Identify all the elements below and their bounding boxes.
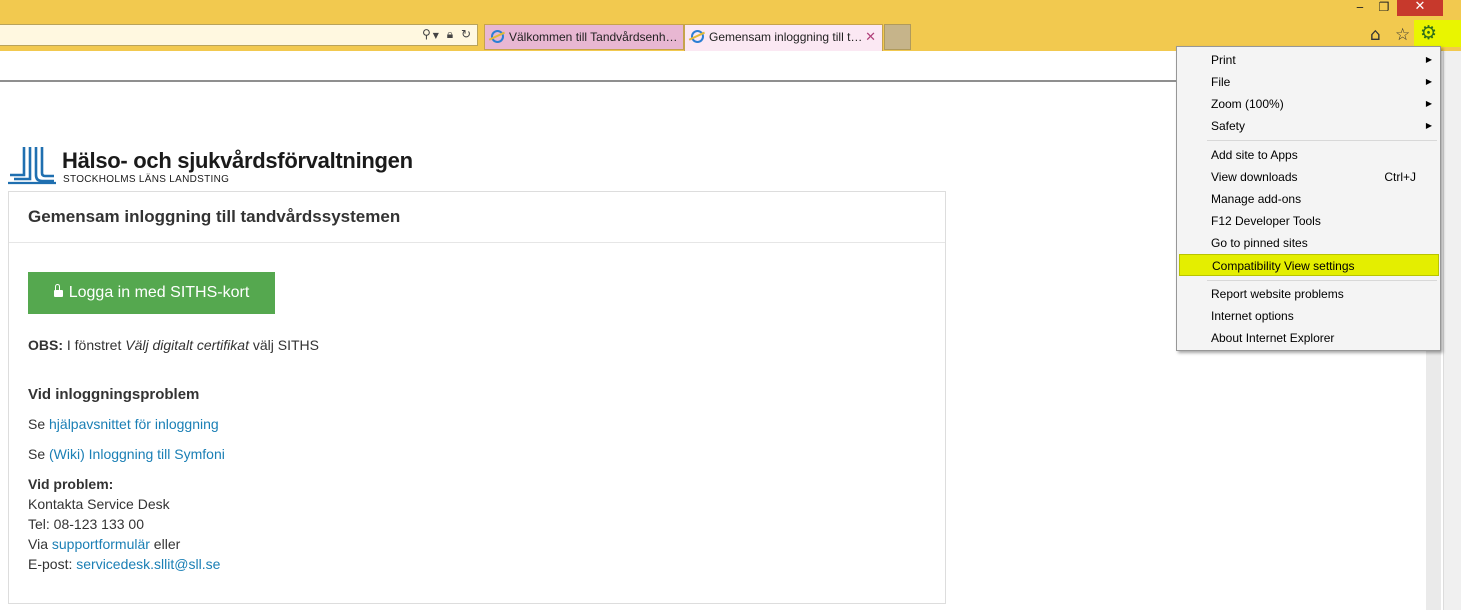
page-edge-strip <box>1426 340 1441 610</box>
email-line: E-post: servicedesk.sllit@sll.se <box>28 556 220 572</box>
menu-label: Go to pinned sites <box>1211 236 1308 250</box>
obs-text: I fönstret <box>63 337 126 353</box>
obs-text-end: välj SITHS <box>248 337 319 353</box>
refresh-icon[interactable]: ↻ <box>461 27 473 41</box>
email-prefix: E-post: <box>28 556 77 572</box>
lock-icon <box>53 284 63 297</box>
submenu-arrow-icon: ▶ <box>1425 99 1432 108</box>
wiki-link[interactable]: (Wiki) Inloggning till Symfoni <box>49 446 225 462</box>
new-tab-button[interactable] <box>884 24 911 50</box>
problem-heading: Vid inloggningsproblem <box>28 386 200 403</box>
menu-item-pinned-sites[interactable]: Go to pinned sites <box>1211 232 1436 254</box>
siths-login-button[interactable]: Logga in med SITHS-kort <box>28 272 275 314</box>
menu-separator <box>1207 140 1437 141</box>
search-icon[interactable]: ⚲ <box>422 27 433 41</box>
help-link[interactable]: hjälpavsnittet för inloggning <box>49 416 219 432</box>
obs-italic: Välj digitalt certifikat <box>125 337 249 353</box>
ie-favicon-icon <box>491 30 504 43</box>
menu-label: Manage add-ons <box>1211 192 1302 206</box>
menu-item-internet-options[interactable]: Internet options <box>1211 305 1436 327</box>
obs-note: OBS: I fönstret Välj digitalt certifikat… <box>28 337 319 353</box>
tab-label: Välkommen till Tandvårdsenh… <box>509 30 678 44</box>
vid-problem-label: Vid problem: <box>28 476 113 492</box>
org-name: Hälso- och sjukvårdsförvaltningen <box>62 148 413 173</box>
tab-gemensam-inloggning[interactable]: Gemensam inloggning till t… ✕ <box>684 24 883 51</box>
page-title: Gemensam inloggning till tandvårdssystem… <box>28 207 401 226</box>
siths-login-label: Logga in med SITHS-kort <box>68 284 250 301</box>
menu-label: File <box>1211 75 1231 89</box>
menu-item-file[interactable]: File ▶ <box>1211 71 1436 93</box>
help-line: Se hjälpavsnittet för inloggning <box>28 416 219 432</box>
menu-label: View downloads <box>1211 170 1298 184</box>
menu-item-compatibility-view-settings[interactable]: Compatibility View settings <box>1179 254 1439 276</box>
tab-label: Gemensam inloggning till t… <box>709 30 863 44</box>
submenu-arrow-icon: ▶ <box>1425 55 1432 64</box>
restore-button[interactable]: ❐ <box>1374 0 1394 16</box>
ie-favicon-icon <box>691 30 704 43</box>
vid-problem-text: Vid problem: <box>28 476 114 492</box>
menu-label: Print <box>1211 53 1236 67</box>
menu-label: Report website problems <box>1211 287 1344 301</box>
menu-label: Compatibility View settings <box>1212 259 1355 273</box>
menu-item-view-downloads[interactable]: View downloads Ctrl+J <box>1211 166 1436 188</box>
menu-item-add-site-to-apps[interactable]: Add site to Apps <box>1211 144 1436 166</box>
wiki-prefix: Se <box>28 446 50 462</box>
gear-icon[interactable]: ⚙ <box>1420 22 1437 44</box>
contact-line: Kontakta Service Desk <box>28 496 170 512</box>
tools-menu: Print ▶ File ▶ Zoom (100%) ▶ Safety ▶ Add si… <box>1176 46 1441 351</box>
menu-label: Zoom (100%) <box>1211 97 1284 111</box>
tel-line: Tel: 08-123 133 00 <box>28 516 144 532</box>
menu-item-report-website-problems[interactable]: Report website problems <box>1211 283 1436 305</box>
menu-item-manage-addons[interactable]: Manage add-ons <box>1211 188 1436 210</box>
tab-valkommen[interactable]: Välkommen till Tandvårdsenh… <box>484 24 684 50</box>
login-panel: Gemensam inloggning till tandvårdssystem… <box>8 191 946 604</box>
minimize-button[interactable]: ‒ <box>1346 0 1374 16</box>
menu-label: Safety <box>1211 119 1246 133</box>
home-icon[interactable]: ⌂ <box>1370 25 1381 45</box>
wiki-line: Se (Wiki) Inloggning till Symfoni <box>28 446 225 462</box>
submenu-arrow-icon: ▶ <box>1425 121 1432 130</box>
menu-item-about-ie[interactable]: About Internet Explorer <box>1211 327 1436 349</box>
address-bar-icons: ⚲▼ 🔒︎ ↻ <box>422 27 473 42</box>
lock-icon[interactable]: 🔒︎ <box>447 27 455 42</box>
support-form-link[interactable]: supportformulär <box>52 536 150 552</box>
submenu-arrow-icon: ▶ <box>1425 77 1432 86</box>
menu-label: F12 Developer Tools <box>1211 214 1321 228</box>
org-subtitle: STOCKHOLMS LÄNS LANDSTING <box>63 174 230 185</box>
menu-item-safety[interactable]: Safety ▶ <box>1211 115 1436 137</box>
dropdown-icon[interactable]: ▼ <box>433 31 441 40</box>
menu-separator <box>1207 280 1437 281</box>
help-prefix: Se <box>28 416 50 432</box>
menu-item-f12-developer-tools[interactable]: F12 Developer Tools <box>1211 210 1436 232</box>
vertical-scrollbar[interactable] <box>1443 51 1461 610</box>
menu-item-print[interactable]: Print ▶ <box>1211 49 1436 71</box>
close-window-button[interactable]: ✕ <box>1397 0 1443 16</box>
menu-item-zoom[interactable]: Zoom (100%) ▶ <box>1211 93 1436 115</box>
menu-label: Add site to Apps <box>1211 148 1298 162</box>
via-line: Via supportformulär eller <box>28 536 180 552</box>
menu-label: About Internet Explorer <box>1211 331 1335 345</box>
menu-shortcut: Ctrl+J <box>1384 170 1416 184</box>
star-icon[interactable]: ☆ <box>1395 25 1410 45</box>
tab-close-icon[interactable]: ✕ <box>865 25 876 49</box>
menu-label: Internet options <box>1211 309 1294 323</box>
address-bar[interactable]: ⚲▼ 🔒︎ ↻ <box>0 24 478 46</box>
via-prefix: Via <box>28 536 52 552</box>
obs-label: OBS: <box>28 337 63 353</box>
sll-logo-mark-icon <box>8 147 56 185</box>
via-suffix: eller <box>149 536 181 552</box>
email-link[interactable]: servicedesk.sllit@sll.se <box>76 556 220 572</box>
